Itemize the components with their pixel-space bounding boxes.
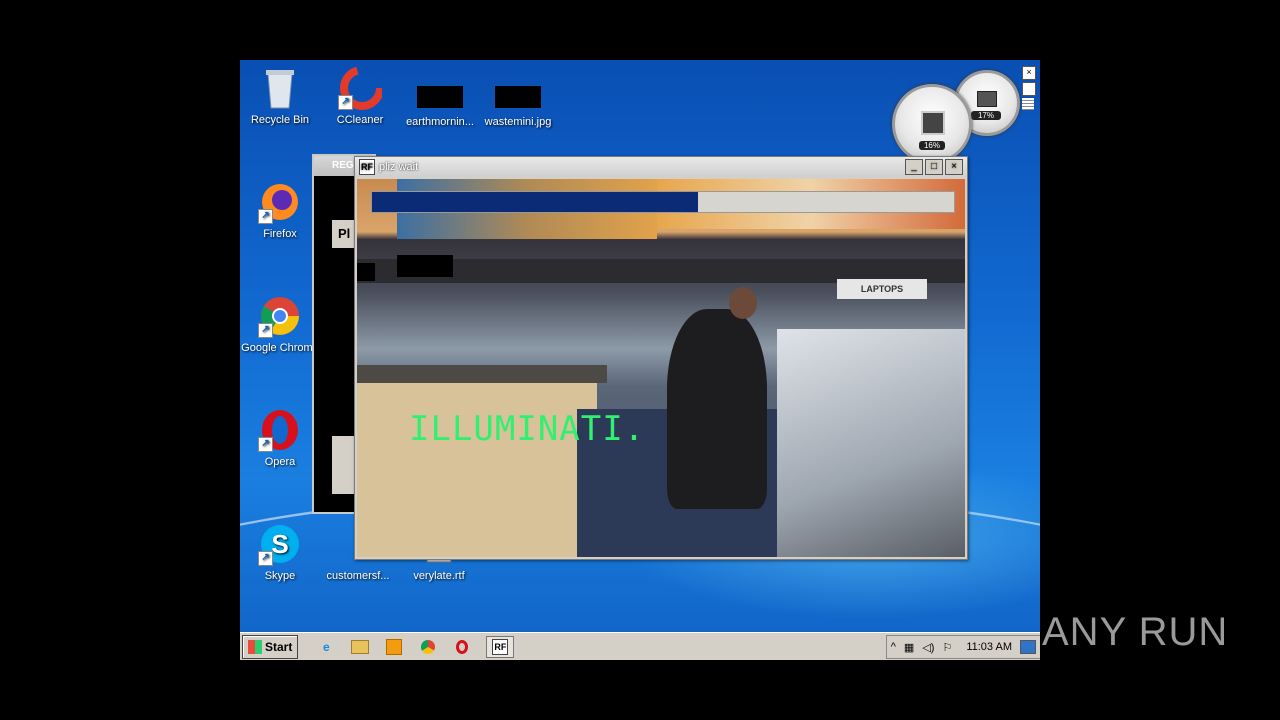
minimize-button[interactable]: _ <box>905 159 923 175</box>
right-shelves <box>777 329 965 557</box>
shortcut-arrow-icon: ↗ <box>258 551 273 566</box>
person-silhouette <box>667 309 767 509</box>
gadget-close-button[interactable]: × <box>1022 66 1036 80</box>
desktop-icon-label: CCleaner <box>336 114 384 126</box>
start-button[interactable]: Start <box>242 635 299 659</box>
shortcut-arrow-icon: ↗ <box>338 95 353 110</box>
desktop: Recycle Bin ↗ CCleaner earthmornin... wa… <box>240 60 1040 660</box>
watermark-text: ANY RUN <box>1042 610 1229 654</box>
pliz-wait-window[interactable]: RF pliz wait _ □ × LAPTOPS ILLUMINATI. <box>354 156 968 560</box>
opera-taskbar-icon[interactable] <box>452 637 472 657</box>
progress-fill <box>372 192 698 212</box>
desktop-icon-skype[interactable]: S ↗ Skype <box>240 522 320 582</box>
display-counter-top <box>357 365 607 383</box>
background-window-title: REG <box>332 160 354 171</box>
desktop-icon-label: earthmornin... <box>406 116 474 128</box>
laptops-sign-text: LAPTOPS <box>860 284 904 294</box>
memory-chip-icon <box>977 91 997 107</box>
desktop-icon-firefox[interactable]: ↗ Firefox <box>240 180 320 240</box>
display-counter <box>357 379 597 557</box>
firefox-icon: ↗ <box>258 180 302 224</box>
cpu-meter-gadget[interactable]: 16% <box>892 84 972 164</box>
window-titlebar[interactable]: RF pliz wait _ □ × <box>355 157 967 177</box>
clock[interactable]: 11:03 AM <box>966 641 1012 653</box>
desktop-icon-label: Firefox <box>263 228 297 240</box>
redacted-box <box>357 263 375 281</box>
shortcut-arrow-icon: ↗ <box>258 323 273 338</box>
desktop-icon-opera[interactable]: ↗ Opera <box>240 408 320 468</box>
close-button[interactable]: × <box>945 159 963 175</box>
anyrun-watermark: ANY RUN <box>1042 610 1228 655</box>
background-window-text: Pl <box>338 226 351 241</box>
store-scene-image: LAPTOPS ILLUMINATI. <box>357 179 965 557</box>
show-desktop-button[interactable] <box>1020 640 1036 654</box>
desktop-icon-earthmorning[interactable]: earthmornin... <box>400 66 480 128</box>
action-center-flag-icon[interactable]: ⚐ <box>942 641 952 654</box>
opera-icon: ↗ <box>258 408 302 452</box>
redacted-box <box>397 255 453 277</box>
network-icon[interactable]: ▦ <box>904 641 914 654</box>
desktop-icon-label: wastemini.jpg <box>484 116 552 128</box>
show-hidden-icons-button[interactable]: ^ <box>891 641 896 653</box>
shortcut-arrow-icon: ↗ <box>258 209 273 224</box>
desktop-icon-label: Skype <box>264 570 296 582</box>
desktop-icon-label: Opera <box>264 456 296 468</box>
windows-logo-icon <box>248 640 262 654</box>
laptops-sign: LAPTOPS <box>837 279 927 299</box>
chrome-taskbar-icon[interactable] <box>418 637 438 657</box>
recycle-bin-icon <box>258 66 302 110</box>
desktop-icon-label: Recycle Bin <box>250 114 310 126</box>
desktop-icon-label: customersf... <box>326 570 390 582</box>
internet-explorer-icon[interactable]: e <box>316 637 336 657</box>
image-file-icon <box>417 86 463 108</box>
image-file-icon <box>495 86 541 108</box>
desktop-icon-wastemini[interactable]: wastemini.jpg <box>478 66 558 128</box>
gadget-size-button[interactable] <box>1022 82 1036 96</box>
cpu-chip-icon <box>921 111 945 135</box>
rf-app-taskbar-button[interactable]: RF <box>486 636 515 658</box>
media-player-icon[interactable] <box>384 637 404 657</box>
system-tray: ^ ▦ ◁) ⚐ 11:03 AM <box>885 635 1040 659</box>
illuminati-overlay-text: ILLUMINATI. <box>409 409 646 449</box>
memory-percent: 17% <box>971 111 1001 120</box>
app-logo-icon: RF <box>492 639 509 655</box>
file-explorer-icon[interactable] <box>350 637 370 657</box>
taskbar: Start e RF ^ ▦ ◁) ⚐ 11:03 AM <box>240 632 1040 660</box>
cpu-percent: 16% <box>919 141 945 150</box>
chrome-icon: ↗ <box>258 294 302 338</box>
person-head <box>729 287 757 319</box>
skype-icon: S ↗ <box>258 522 302 566</box>
desktop-icon-ccleaner[interactable]: ↗ CCleaner <box>320 66 400 126</box>
desktop-icon-recycle-bin[interactable]: Recycle Bin <box>240 66 320 126</box>
desktop-icon-label: verylate.rtf <box>413 570 465 582</box>
maximize-button[interactable]: □ <box>925 159 943 175</box>
ccleaner-icon: ↗ <box>338 66 384 110</box>
gadget-controls: × <box>1022 66 1036 110</box>
volume-icon[interactable]: ◁) <box>922 641 934 654</box>
start-label: Start <box>265 640 293 654</box>
gadget-drag-handle[interactable] <box>1022 98 1034 110</box>
shortcut-arrow-icon: ↗ <box>258 437 273 452</box>
progress-bar <box>371 191 955 213</box>
window-title: pliz wait <box>379 161 419 173</box>
svg-text:S: S <box>271 529 288 559</box>
app-logo-icon: RF <box>359 159 375 175</box>
desktop-icon-label: Google Chrome <box>241 342 319 354</box>
desktop-icon-chrome[interactable]: ↗ Google Chrome <box>240 294 320 354</box>
